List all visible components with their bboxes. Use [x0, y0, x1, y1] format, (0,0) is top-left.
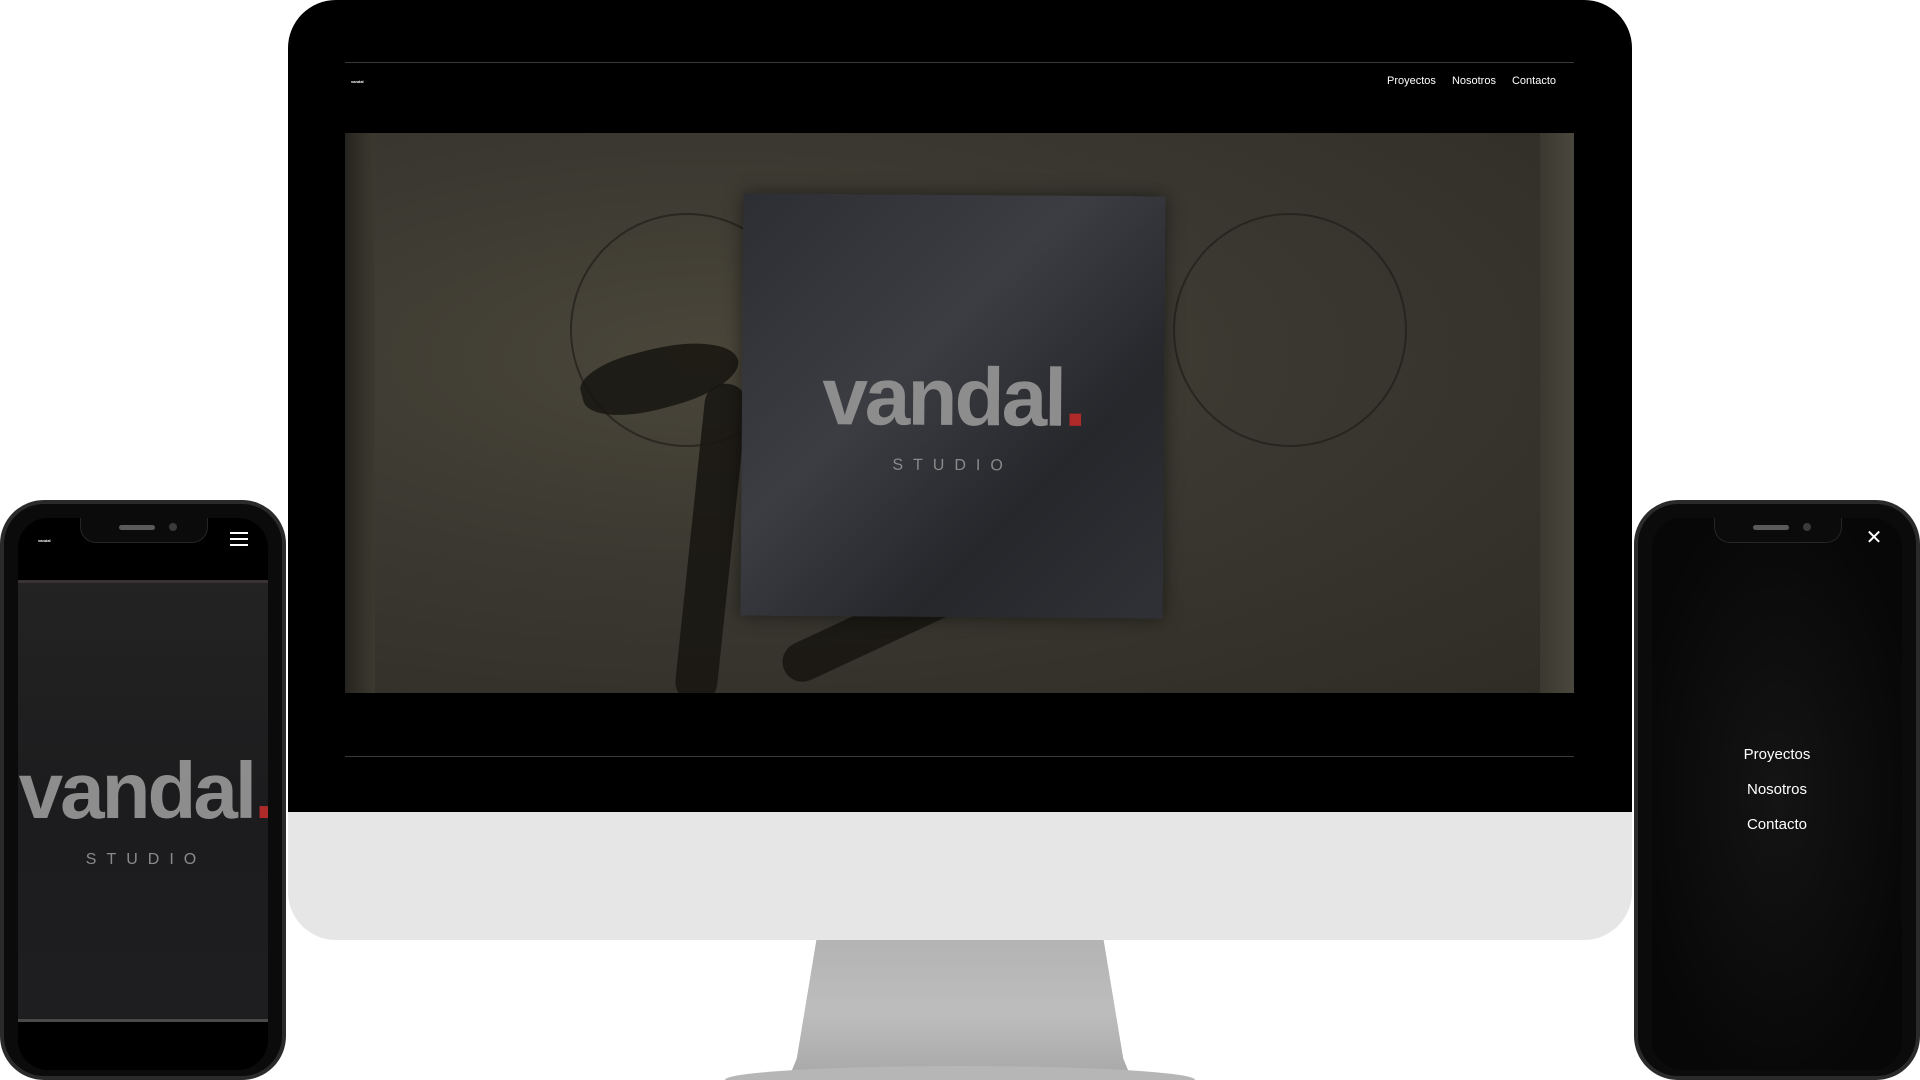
hero-wall-edge — [345, 133, 375, 693]
phone-notch — [1714, 518, 1842, 543]
phone-notch — [80, 518, 208, 543]
nav-link-proyectos[interactable]: Proyectos — [1387, 75, 1436, 87]
hero-wall-edge — [1540, 133, 1574, 693]
phone-mobile-menu: ✕ Proyectos Nosotros Contacto — [1634, 500, 1920, 1080]
nav-link-contacto[interactable]: Contacto — [1512, 75, 1556, 87]
imac-stand — [790, 935, 1130, 1075]
speaker-icon — [119, 525, 155, 530]
close-icon[interactable]: ✕ — [1864, 528, 1884, 548]
speaker-icon — [1753, 525, 1789, 530]
camera-icon — [1803, 523, 1811, 531]
brand-logo: vandal. — [821, 351, 1085, 444]
brand-card: vandal. STUDIO — [740, 193, 1166, 619]
mobile-menu-item-proyectos[interactable]: Proyectos — [1652, 746, 1902, 763]
brand-logo: vandal. — [18, 746, 268, 835]
hamburger-menu-icon[interactable] — [230, 532, 248, 546]
brand-subtitle: STUDIO — [85, 851, 207, 868]
brand-subtitle: STUDIO — [892, 456, 1013, 475]
phone-mobile-home: vandal vandal. STUDIO — [0, 500, 286, 1080]
site-nav: Proyectos Nosotros Contacto — [1387, 75, 1556, 87]
mobile-menu-item-nosotros[interactable]: Nosotros — [1652, 781, 1902, 798]
desktop-website: vandal Proyectos Nosotros Contacto vanda… — [345, 62, 1574, 757]
mobile-site-logo[interactable]: vandal — [38, 538, 51, 543]
site-header: vandal Proyectos Nosotros Contacto — [345, 63, 1574, 133]
mobile-hero: vandal. STUDIO — [18, 580, 268, 1022]
nav-link-nosotros[interactable]: Nosotros — [1452, 75, 1496, 87]
site-logo[interactable]: vandal — [351, 79, 364, 84]
mobile-menu-screen: ✕ Proyectos Nosotros Contacto — [1652, 518, 1902, 1070]
camera-icon — [169, 523, 177, 531]
mobile-menu: Proyectos Nosotros Contacto — [1652, 746, 1902, 851]
mobile-menu-item-contacto[interactable]: Contacto — [1652, 816, 1902, 833]
mobile-home-screen: vandal vandal. STUDIO — [18, 518, 268, 1070]
device-mockup-stage: vandal Proyectos Nosotros Contacto vanda… — [0, 0, 1920, 1080]
wall-arc — [1173, 213, 1407, 447]
hero-video: vandal. STUDIO — [345, 133, 1574, 693]
